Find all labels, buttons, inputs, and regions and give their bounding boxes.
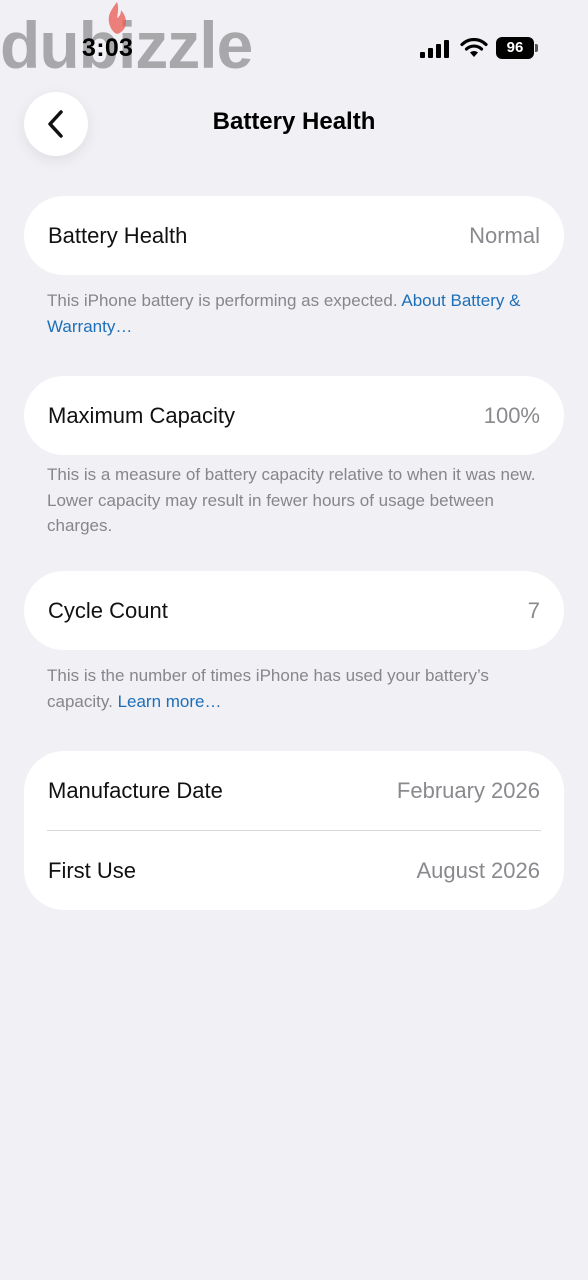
- manufacture-date-row: Manufacture Date February 2026: [24, 751, 564, 830]
- manufacture-date-value: February 2026: [396, 777, 540, 803]
- battery-health-card: Battery Health Normal: [24, 196, 564, 275]
- battery-icon: 96: [496, 37, 534, 59]
- battery-health-value: Normal: [469, 222, 540, 248]
- maximum-capacity-value: 100%: [483, 402, 540, 428]
- maximum-capacity-label: Maximum Capacity: [48, 402, 236, 428]
- wifi-icon: [460, 38, 488, 57]
- maximum-capacity-caption: This is a measure of battery capacity re…: [47, 465, 536, 535]
- status-time: 3:03: [82, 34, 134, 62]
- screen: dubizzle 3:03 96 Battery Health Battery …: [0, 0, 588, 1280]
- maximum-capacity-row: Maximum Capacity 100%: [24, 376, 564, 455]
- learn-more-link[interactable]: Learn more…: [118, 692, 222, 711]
- page-title: Battery Health: [212, 108, 376, 135]
- cycle-count-label: Cycle Count: [48, 597, 168, 623]
- cycle-count-row: Cycle Count 7: [24, 571, 564, 650]
- first-use-value: August 2026: [416, 857, 540, 883]
- first-use-row: First Use August 2026: [24, 831, 564, 910]
- battery-health-caption-text: This iPhone battery is performing as exp…: [47, 291, 402, 310]
- cycle-count-card: Cycle Count 7: [24, 571, 564, 650]
- maximum-capacity-card: Maximum Capacity 100%: [24, 376, 564, 455]
- flame-logo-icon: [108, 2, 126, 34]
- manufacture-date-label: Manufacture Date: [48, 777, 223, 803]
- dates-card: Manufacture Date February 2026 First Use…: [24, 751, 564, 910]
- cellular-signal-icon: [420, 40, 449, 58]
- first-use-label: First Use: [48, 857, 136, 883]
- cycle-count-value: 7: [527, 597, 540, 623]
- battery-health-label: Battery Health: [48, 222, 188, 248]
- cycle-count-caption-text: This is the number of times iPhone has u…: [47, 666, 489, 711]
- battery-health-caption: This iPhone battery is performing as exp…: [47, 288, 547, 339]
- battery-health-row: Battery Health Normal: [24, 196, 564, 275]
- battery-nub: [535, 44, 538, 52]
- cycle-count-caption: This is the number of times iPhone has u…: [47, 663, 547, 714]
